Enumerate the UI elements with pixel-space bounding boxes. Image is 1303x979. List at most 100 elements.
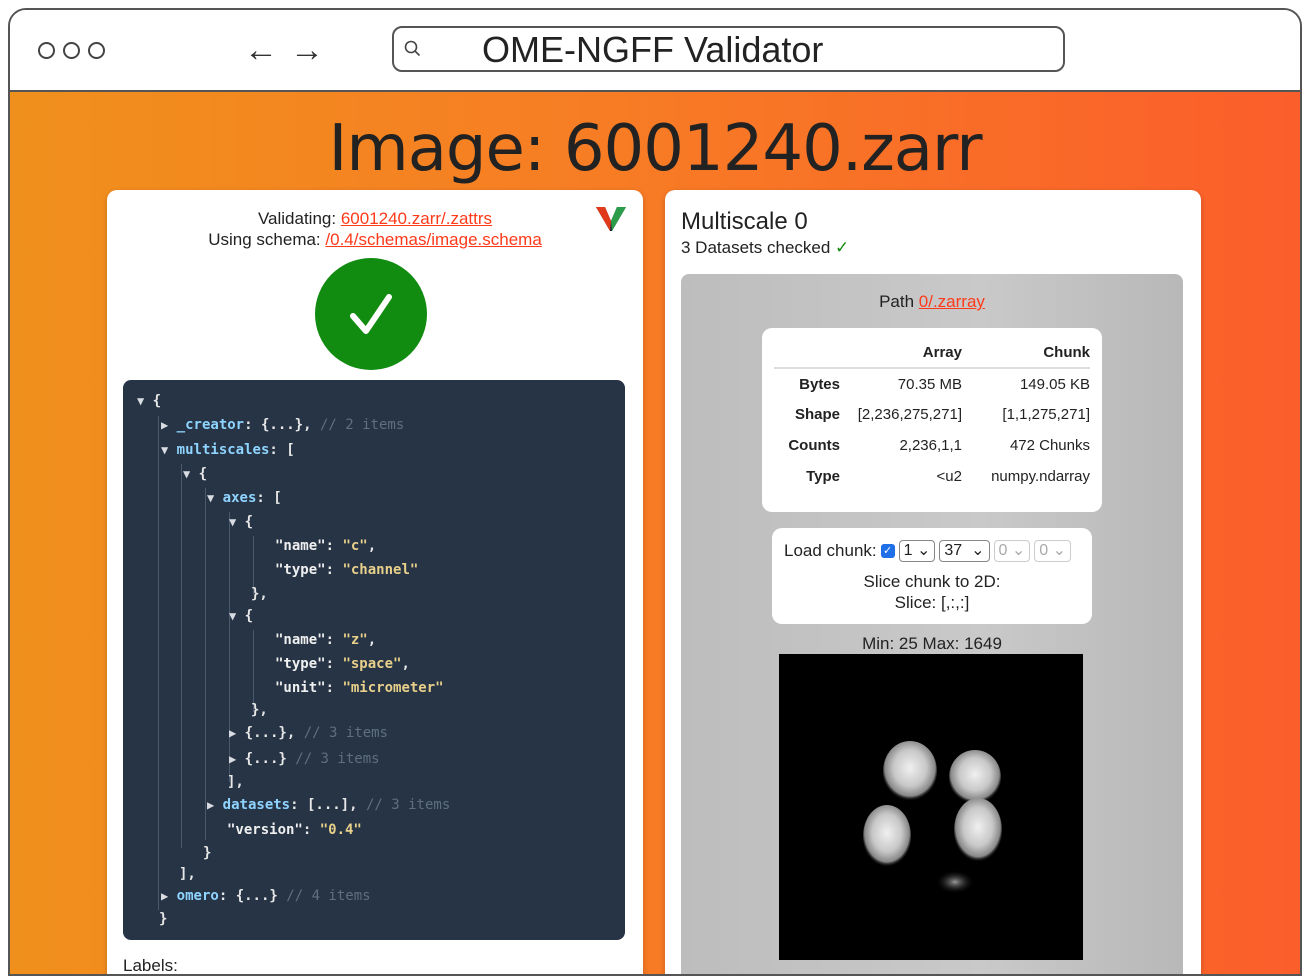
json-line-axis-2[interactable]: ▶ {...}, // 3 items: [229, 724, 388, 742]
array-info-table: Array Chunk Bytes 70.35 MB 149.05 KB Sha…: [774, 340, 1090, 492]
slice-label: Slice chunk to 2D:: [863, 572, 1001, 591]
window-controls: [38, 42, 105, 59]
validation-info: Validating: 6001240.zarr/.zattrs Using s…: [107, 208, 643, 250]
json-punct: }: [159, 911, 168, 927]
json-string: "c": [342, 538, 368, 554]
chunk-index-select-2[interactable]: 0 ⌄: [993, 540, 1031, 562]
json-line-axes[interactable]: ▼ axes: [: [207, 489, 282, 507]
browser-toolbar: ← → OME-NGFF Validator: [10, 10, 1300, 92]
expand-triangle-icon[interactable]: ▶: [229, 752, 236, 766]
json-key: multiscales: [176, 442, 270, 458]
expand-triangle-icon[interactable]: ▶: [207, 798, 214, 812]
json-line-axis-3[interactable]: ▶ {...} // 3 items: [229, 750, 380, 768]
chevron-down-icon: ⌄: [1052, 542, 1067, 559]
json-string: "micrometer": [342, 680, 444, 696]
json-viewer: ▼ { ▶ _creator: {...}, // 2 items ▼ mult…: [123, 380, 625, 940]
json-line-axis1-close: },: [251, 701, 268, 719]
table-row: Type <u2 numpy.ndarray: [774, 461, 1090, 492]
chunk-index-select-1[interactable]: 37 ⌄: [939, 540, 990, 562]
json-line-datasets[interactable]: ▶ datasets: [...], // 3 items: [207, 796, 450, 814]
expand-triangle-icon[interactable]: ▶: [161, 889, 168, 903]
minimize-window-button[interactable]: [63, 42, 80, 59]
chunk-image-preview: [779, 654, 1083, 960]
microscopy-image: [863, 741, 1002, 893]
load-chunk-checkbox[interactable]: ✓: [880, 544, 895, 558]
json-punct: {: [244, 608, 254, 624]
collapse-triangle-icon[interactable]: ▼: [207, 491, 214, 505]
select-value: 0: [1039, 542, 1049, 559]
load-chunk-row: Load chunk: ✓ 1 ⌄ 37 ⌄ 0 ⌄ 0 ⌄: [784, 540, 1072, 562]
address-bar[interactable]: OME-NGFF Validator: [392, 26, 1065, 72]
json-punct: },: [251, 702, 268, 718]
nucleus: [949, 750, 1001, 804]
valid-status-icon: [315, 258, 427, 370]
forward-button[interactable]: →: [290, 30, 324, 70]
expand-triangle-icon[interactable]: ▶: [229, 726, 236, 740]
json-line-axis1-unit: "unit": "micrometer": [275, 680, 444, 696]
json-key: datasets: [222, 797, 291, 813]
collapse-triangle-icon[interactable]: ▼: [183, 467, 190, 481]
close-window-button[interactable]: [38, 42, 55, 59]
json-line-axis-0[interactable]: ▼ {: [229, 513, 253, 531]
json-line-creator[interactable]: ▶ _creator: {...}, // 2 items: [161, 416, 404, 434]
json-key: axes: [222, 490, 257, 506]
schema-link[interactable]: /0.4/schemas/image.schema: [325, 230, 541, 249]
chevron-down-icon: ⌄: [971, 542, 985, 559]
multiscale-card: Multiscale 0 3 Datasets checked ✓ Path 0…: [665, 190, 1201, 974]
json-comment: // 2 items: [319, 417, 405, 433]
json-collapsed: {...},: [244, 725, 296, 741]
search-icon: [404, 40, 421, 57]
json-line-omero[interactable]: ▶ omero: {...} // 4 items: [161, 887, 371, 905]
validating-link[interactable]: 6001240.zarr/.zattrs: [341, 209, 492, 228]
path-link[interactable]: 0/.zarray: [919, 292, 985, 311]
json-comment: // 3 items: [295, 751, 380, 767]
json-line-version: "version": "0.4": [227, 822, 362, 838]
json-string: "z": [342, 632, 368, 648]
json-line-axes-close: ],: [227, 773, 244, 791]
row-label: Shape: [794, 406, 840, 423]
json-punct: [: [286, 442, 295, 458]
json-line-multiscale-item[interactable]: ▼ {: [183, 465, 207, 483]
back-button[interactable]: ←: [244, 30, 278, 70]
json-line-multiscales-close: ],: [179, 865, 196, 883]
json-punct: },: [251, 586, 268, 602]
json-line-axis-1[interactable]: ▼ {: [229, 607, 253, 625]
collapse-triangle-icon[interactable]: ▼: [229, 515, 236, 529]
validation-card: Validating: 6001240.zarr/.zattrs Using s…: [107, 190, 643, 974]
nucleus: [863, 805, 911, 867]
indent-guide: [205, 488, 206, 840]
nucleus: [883, 741, 937, 801]
json-line-root[interactable]: ▼ {: [137, 392, 161, 410]
array-value: 2,236,1,1: [899, 437, 962, 454]
json-line-axis0-name: "name": "c",: [275, 538, 377, 554]
collapse-triangle-icon[interactable]: ▼: [161, 443, 168, 457]
chunk-value: 149.05 KB: [1019, 375, 1090, 393]
table-header: Chunk: [962, 340, 1090, 369]
maximize-window-button[interactable]: [88, 42, 105, 59]
collapse-triangle-icon[interactable]: ▼: [229, 609, 236, 623]
expand-triangle-icon[interactable]: ▶: [161, 418, 168, 432]
array-value: [2,236,275,271]: [857, 406, 962, 423]
table-header: [774, 340, 846, 369]
indent-guide: [158, 416, 159, 910]
json-comment: // 3 items: [303, 725, 388, 741]
indent-guide: [181, 464, 182, 848]
json-punct: {: [244, 514, 254, 530]
json-collapsed: {...}: [235, 888, 278, 904]
table-row: Counts 2,236,1,1 472 Chunks: [774, 430, 1090, 461]
json-collapsed: {...},: [260, 417, 312, 433]
chunk-index-select-0[interactable]: 1 ⌄: [898, 540, 936, 562]
chunk-value: 472 Chunks: [1009, 437, 1090, 454]
json-punct: ],: [227, 774, 244, 790]
page-title: Image: 6001240.zarr: [328, 112, 982, 186]
json-line-axis1-type: "type": "space",: [275, 656, 410, 672]
slice-value: Slice: [,:,:]: [894, 593, 970, 612]
datasets-checked-text: 3 Datasets checked: [681, 238, 831, 257]
chunk-index-select-3[interactable]: 0 ⌄: [1034, 540, 1072, 562]
json-string: "0.4": [319, 822, 362, 838]
indent-guide: [253, 630, 254, 712]
collapse-triangle-icon[interactable]: ▼: [137, 394, 144, 408]
load-chunk-box: Load chunk: ✓ 1 ⌄ 37 ⌄ 0 ⌄ 0 ⌄ Slice chu…: [772, 528, 1092, 624]
json-line-multiscales[interactable]: ▼ multiscales: [: [161, 441, 295, 459]
json-punct: ],: [179, 866, 196, 882]
